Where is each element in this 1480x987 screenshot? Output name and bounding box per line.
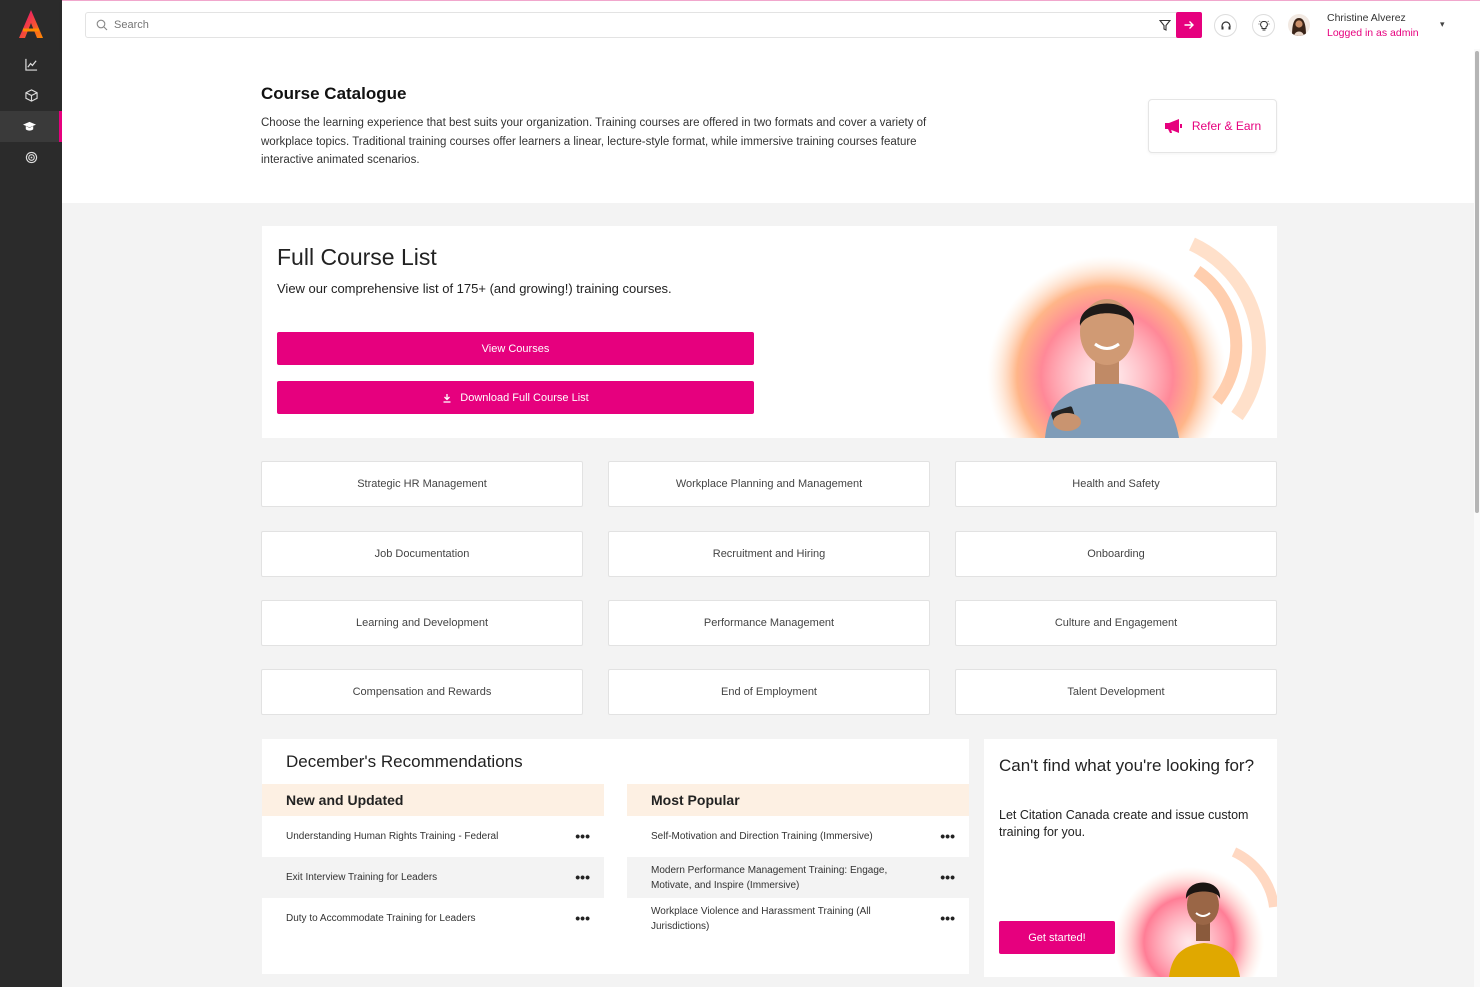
search-icon (96, 19, 108, 31)
hero-image (987, 237, 1266, 438)
list-item[interactable]: Exit Interview Training for Leaders ••• (262, 857, 604, 898)
most-popular-heading: Most Popular (627, 784, 969, 816)
filter-icon (1159, 19, 1171, 31)
headset-icon (1220, 20, 1231, 29)
lightbulb-icon (1258, 20, 1269, 30)
category-tile[interactable]: Workplace Planning and Management (608, 461, 930, 507)
course-title: Exit Interview Training for Leaders (286, 872, 438, 883)
course-list-subtitle: View our comprehensive list of 175+ (and… (277, 281, 672, 296)
list-item[interactable]: Understanding Human Rights Training - Fe… (262, 816, 604, 857)
chart-line-icon (24, 58, 37, 71)
arrow-right-icon (1184, 21, 1194, 29)
cta-subtitle: Let Citation Canada create and issue cus… (999, 808, 1249, 839)
category-tile[interactable]: End of Employment (608, 669, 930, 715)
graduation-cap-icon (23, 121, 36, 131)
list-item[interactable]: Self-Motivation and Direction Training (… (627, 816, 969, 857)
sidebar (0, 0, 62, 987)
list-item[interactable]: Modern Performance Management Training: … (627, 857, 969, 898)
chevron-down-icon[interactable]: ▾ (1440, 19, 1445, 30)
filter-button[interactable] (1153, 12, 1177, 38)
user-name[interactable]: Christine Alverez (1327, 12, 1406, 24)
category-label: Culture and Engagement (1054, 617, 1178, 629)
category-tile[interactable]: Strategic HR Management (261, 461, 583, 507)
nav-training[interactable] (0, 111, 62, 142)
new-and-updated-heading: New and Updated (262, 784, 604, 816)
category-label: Performance Management (703, 617, 835, 629)
course-title: Self-Motivation and Direction Training (… (651, 831, 873, 842)
user-role: Logged in as admin (1327, 27, 1419, 39)
scrollbar[interactable] (1474, 49, 1480, 987)
category-tile[interactable]: Job Documentation (261, 531, 583, 577)
more-options-icon[interactable]: ••• (575, 911, 590, 926)
search-input[interactable] (114, 19, 1134, 31)
download-icon (443, 393, 451, 403)
more-options-icon[interactable]: ••• (575, 829, 590, 844)
cta-title: Can't find what you're looking for? (999, 756, 1255, 775)
more-options-icon[interactable]: ••• (940, 911, 955, 926)
category-label: Recruitment and Hiring (712, 548, 826, 560)
top-bar: Christine Alverez Logged in as admin ▾ (62, 0, 1480, 49)
course-title: Modern Performance Management Training: … (651, 864, 888, 891)
cta-image (1114, 847, 1277, 977)
refer-earn-button[interactable]: Refer & Earn (1148, 99, 1277, 153)
category-tile[interactable]: Learning and Development (261, 600, 583, 646)
category-label: Workplace Planning and Management (675, 478, 863, 490)
scrollbar-thumb[interactable] (1475, 51, 1479, 513)
recommendations-title: December's Recommendations (286, 752, 523, 771)
category-tile[interactable]: Compensation and Rewards (261, 669, 583, 715)
a-logo-icon[interactable] (15, 8, 47, 40)
category-label: Strategic HR Management (357, 478, 487, 490)
category-tile[interactable]: Performance Management (608, 600, 930, 646)
megaphone-icon (1164, 119, 1182, 133)
course-title: Workplace Violence and Harassment Traini… (651, 905, 871, 932)
custom-training-card: Can't find what you're looking for? Let … (984, 739, 1277, 977)
avatar[interactable] (1288, 14, 1310, 36)
user-photo (1292, 18, 1306, 36)
download-course-list-button[interactable]: Download Full Course List (277, 381, 754, 414)
full-course-list-card: Full Course List View our comprehensive … (262, 226, 1277, 438)
nav-goals[interactable] (0, 142, 62, 173)
category-label: Onboarding (1087, 548, 1145, 560)
category-label: Learning and Development (355, 617, 489, 629)
nav-products[interactable] (0, 80, 62, 111)
refer-earn-label: Refer & Earn (1191, 119, 1262, 133)
search-box[interactable] (85, 12, 1202, 38)
category-tile[interactable]: Onboarding (955, 531, 1277, 577)
support-button[interactable] (1214, 14, 1237, 37)
search-go-button[interactable] (1176, 12, 1202, 38)
category-tile[interactable]: Health and Safety (955, 461, 1277, 507)
category-label: Health and Safety (1072, 478, 1160, 490)
course-list-title: Full Course List (277, 244, 437, 270)
category-label: End of Employment (721, 686, 817, 698)
get-started-label: Get started! (1028, 931, 1086, 944)
page-description: Choose the learning experience that best… (261, 117, 927, 166)
course-title: Duty to Accommodate Training for Leaders (286, 913, 476, 924)
more-options-icon[interactable]: ••• (940, 829, 955, 844)
ideas-button[interactable] (1252, 14, 1275, 37)
page-title: Course Catalogue (261, 84, 407, 103)
nav-analytics[interactable] (0, 49, 62, 80)
category-tile[interactable]: Recruitment and Hiring (608, 531, 930, 577)
list-item[interactable]: Duty to Accommodate Training for Leaders… (262, 898, 604, 939)
category-label: Job Documentation (374, 548, 470, 560)
download-label: Download Full Course List (460, 391, 589, 404)
view-courses-label: View Courses (481, 342, 550, 355)
more-options-icon[interactable]: ••• (940, 870, 955, 885)
category-tile[interactable]: Talent Development (955, 669, 1277, 715)
more-options-icon[interactable]: ••• (575, 870, 590, 885)
target-icon (25, 151, 37, 164)
category-tile[interactable]: Culture and Engagement (955, 600, 1277, 646)
catalogue-header: Course Catalogue Choose the learning exp… (62, 49, 1474, 203)
list-item[interactable]: Workplace Violence and Harassment Traini… (627, 898, 969, 939)
cube-icon (24, 89, 38, 102)
get-started-button[interactable]: Get started! (999, 921, 1115, 954)
category-label: Compensation and Rewards (352, 686, 492, 698)
recommendations-card: December's Recommendations New and Updat… (262, 739, 969, 974)
view-courses-button[interactable]: View Courses (277, 332, 754, 365)
category-label: Talent Development (1067, 686, 1165, 698)
course-title: Understanding Human Rights Training - Fe… (286, 831, 499, 842)
